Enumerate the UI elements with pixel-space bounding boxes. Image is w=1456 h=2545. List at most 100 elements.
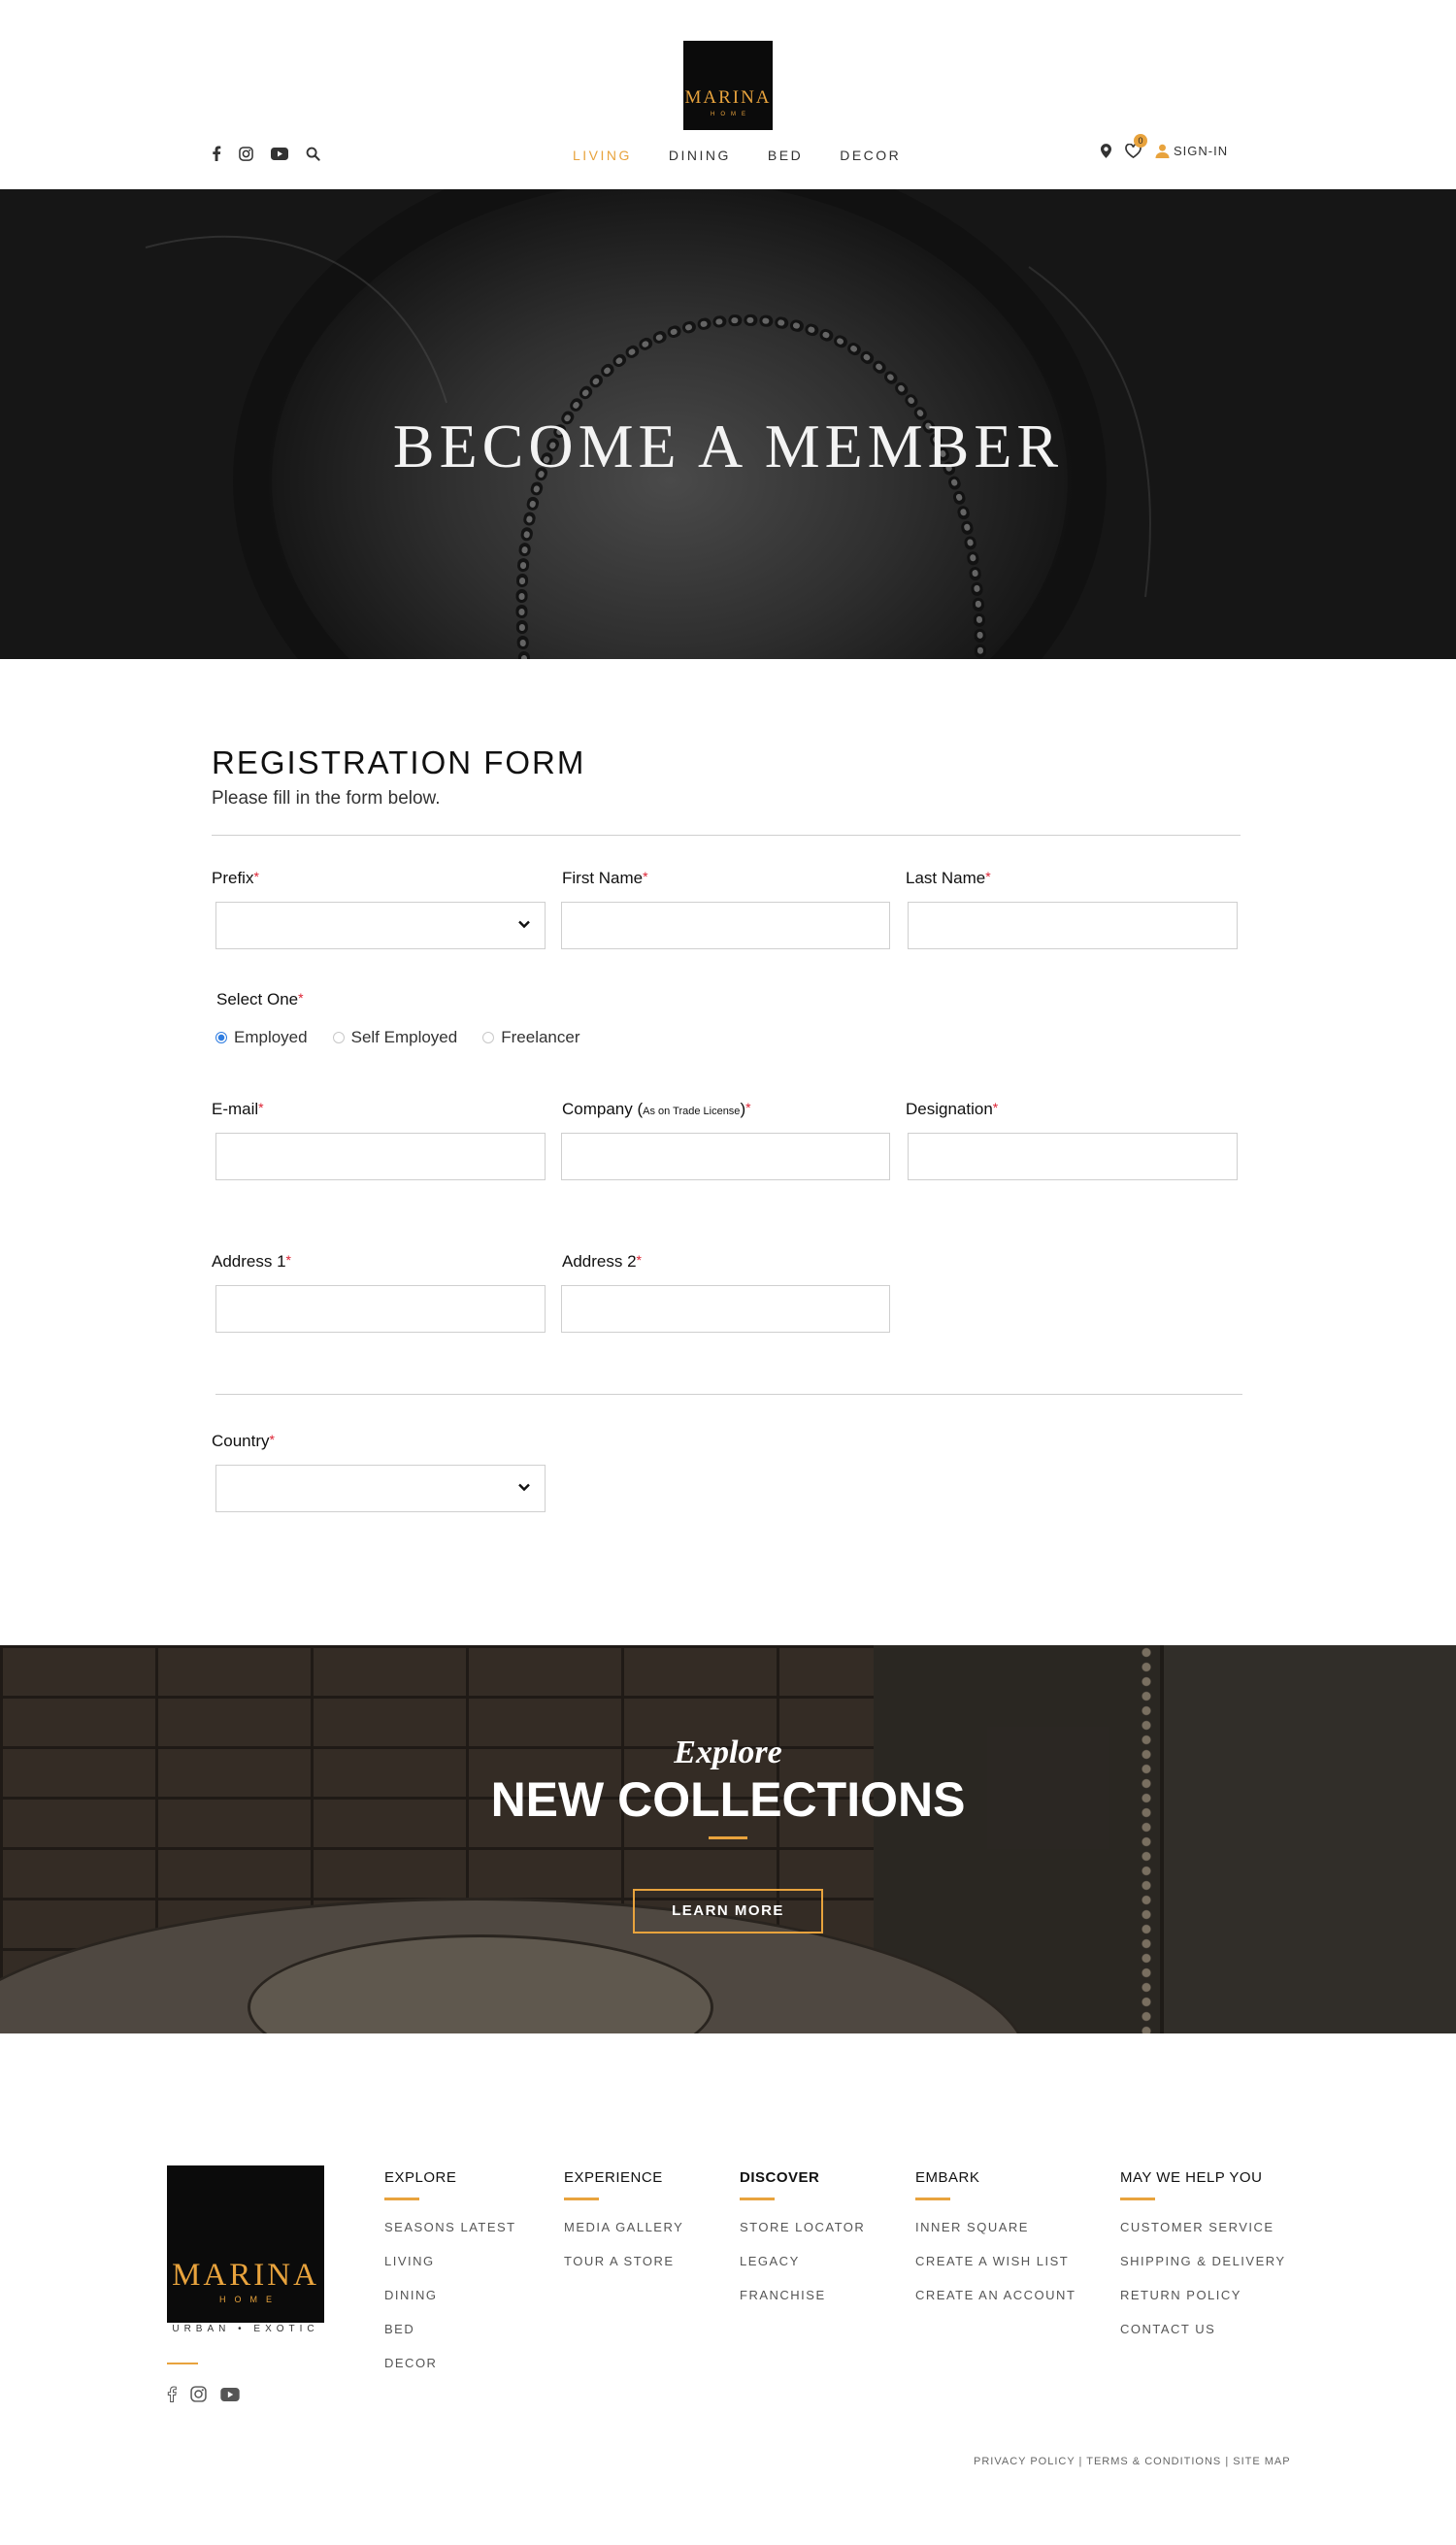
radio-self-employed[interactable]: Self Employed: [332, 1028, 458, 1047]
first-name-label: First Name*: [562, 869, 648, 887]
footer-column-experience: EXPERIENCE MEDIA GALLERY TOUR A STORE: [564, 2169, 683, 2288]
footer-link[interactable]: LEGACY: [740, 2254, 865, 2288]
chevron-down-icon: [517, 1480, 531, 1499]
footer-link[interactable]: STORE LOCATOR: [740, 2220, 865, 2254]
new-collections-banner: Explore NEW COLLECTIONS LEARN MORE: [0, 1645, 1456, 2033]
address2-label: Address 2*: [562, 1252, 642, 1271]
footer-link[interactable]: INNER SQUARE: [915, 2220, 1075, 2254]
instagram-icon[interactable]: [190, 2386, 207, 2402]
instagram-icon[interactable]: [239, 146, 253, 161]
footer-tagline: URBAN • EXOTIC: [172, 2324, 319, 2334]
footer-link[interactable]: BED: [384, 2322, 516, 2356]
radio-label: Self Employed: [350, 1028, 458, 1046]
footer-column-help: MAY WE HELP YOU CUSTOMER SERVICE SHIPPIN…: [1120, 2169, 1286, 2356]
main-nav: LIVING DINING BED DECOR: [573, 148, 901, 163]
hero-banner: BECOME A MEMBER: [0, 189, 1456, 659]
chevron-down-icon: [517, 917, 531, 936]
youtube-icon[interactable]: [220, 2387, 240, 2401]
prefix-select[interactable]: [215, 902, 546, 949]
logo-brand-text: MARINA: [684, 87, 772, 108]
footer-link[interactable]: DINING: [384, 2288, 516, 2322]
footer-link[interactable]: TOUR A STORE: [564, 2254, 683, 2288]
radio-button: [332, 1032, 345, 1043]
footer-link[interactable]: CREATE AN ACCOUNT: [915, 2288, 1075, 2322]
email-field[interactable]: [215, 1133, 546, 1180]
nav-item-bed[interactable]: BED: [768, 148, 803, 163]
footer-column-underline: [915, 2198, 950, 2200]
radio-label: Freelancer: [501, 1028, 580, 1046]
designation-field[interactable]: [908, 1133, 1238, 1180]
designation-label: Designation*: [906, 1100, 999, 1118]
address2-field[interactable]: [561, 1285, 890, 1333]
wishlist-count-badge: 0: [1134, 134, 1147, 148]
form-divider: [215, 1394, 1242, 1395]
facebook-icon[interactable]: [212, 146, 221, 161]
footer-link[interactable]: FRANCHISE: [740, 2288, 865, 2322]
sign-in-link[interactable]: SIGN-IN: [1155, 144, 1228, 158]
nav-item-living[interactable]: LIVING: [573, 148, 632, 163]
radio-freelancer[interactable]: Freelancer: [482, 1028, 580, 1047]
footer-legal-links[interactable]: PRIVACY POLICY | TERMS & CONDITIONS | SI…: [974, 2456, 1291, 2467]
country-label: Country*: [212, 1432, 275, 1450]
company-field[interactable]: [561, 1133, 890, 1180]
location-pin-icon[interactable]: [1101, 144, 1111, 158]
footer-column-title: EXPLORE: [384, 2169, 457, 2186]
footer-link[interactable]: CREATE A WISH LIST: [915, 2254, 1075, 2288]
footer-link[interactable]: MEDIA GALLERY: [564, 2220, 683, 2254]
nav-item-decor[interactable]: DECOR: [840, 148, 901, 163]
page-title: BECOME A MEMBER: [392, 412, 1064, 480]
radio-employed[interactable]: Employed: [215, 1028, 308, 1047]
promo-accent-bar: [709, 1836, 747, 1839]
radio-button: [482, 1032, 495, 1043]
footer-column-underline: [384, 2198, 419, 2200]
footer-logo[interactable]: MARINA HOME: [167, 2165, 324, 2323]
footer-link[interactable]: SHIPPING & DELIVERY: [1120, 2254, 1286, 2288]
footer-column-title: EMBARK: [915, 2169, 980, 2186]
radio-button-checked: [215, 1032, 227, 1043]
user-icon: [1155, 144, 1170, 158]
footer-link[interactable]: CONTACT US: [1120, 2322, 1286, 2356]
header-actions: 0 SIGN-IN: [1101, 134, 1228, 158]
form-divider: [212, 835, 1241, 836]
footer-column-underline: [740, 2198, 775, 2200]
footer-column-discover: DISCOVER STORE LOCATOR LEGACY FRANCHISE: [740, 2169, 865, 2322]
registration-form-title: REGISTRATION FORM: [212, 744, 586, 780]
footer-column-title: DISCOVER: [740, 2169, 820, 2186]
footer-logo-brand: MARINA: [172, 2258, 319, 2293]
footer-link[interactable]: DECOR: [384, 2356, 516, 2390]
promo-kicker: Explore: [674, 1735, 782, 1770]
footer-column-embark: EMBARK INNER SQUARE CREATE A WISH LIST C…: [915, 2169, 1075, 2322]
radio-label: Employed: [234, 1028, 308, 1046]
footer-accent-bar: [167, 2363, 198, 2364]
last-name-label: Last Name*: [906, 869, 991, 887]
footer-link[interactable]: SEASONS LATEST: [384, 2220, 516, 2254]
footer-column-underline: [1120, 2198, 1155, 2200]
first-name-field[interactable]: [561, 902, 890, 949]
footer-link[interactable]: LIVING: [384, 2254, 516, 2288]
footer-link[interactable]: RETURN POLICY: [1120, 2288, 1286, 2322]
header-social-links: [212, 146, 320, 161]
footer-column-explore: EXPLORE SEASONS LATEST LIVING DINING BED…: [384, 2169, 516, 2390]
footer-column-title: EXPERIENCE: [564, 2169, 663, 2186]
learn-more-button[interactable]: LEARN MORE: [633, 1889, 823, 1934]
wishlist-button[interactable]: 0: [1125, 134, 1147, 158]
footer-link[interactable]: CUSTOMER SERVICE: [1120, 2220, 1286, 2254]
search-icon[interactable]: [306, 147, 320, 161]
site-header: MARINA HOME LIVING DINING BED DECOR 0 SI…: [0, 0, 1456, 189]
email-label: E-mail*: [212, 1100, 264, 1118]
footer-column-title: MAY WE HELP YOU: [1120, 2169, 1263, 2186]
youtube-icon[interactable]: [271, 147, 288, 160]
address1-field[interactable]: [215, 1285, 546, 1333]
marina-home-logo[interactable]: MARINA HOME: [683, 41, 773, 130]
footer-social-links: [167, 2386, 240, 2402]
footer-column-underline: [564, 2198, 599, 2200]
facebook-icon[interactable]: [167, 2386, 177, 2402]
company-label: Company (As on Trade License)*: [562, 1100, 751, 1118]
last-name-field[interactable]: [908, 902, 1238, 949]
registration-form-subtitle: Please fill in the form below.: [212, 788, 441, 809]
nav-item-dining[interactable]: DINING: [669, 148, 731, 163]
prefix-label: Prefix*: [212, 869, 259, 887]
logo-sub-text: HOME: [711, 112, 751, 117]
employment-radio-group: Employed Self Employed Freelancer: [215, 1028, 580, 1047]
country-select[interactable]: [215, 1465, 546, 1512]
